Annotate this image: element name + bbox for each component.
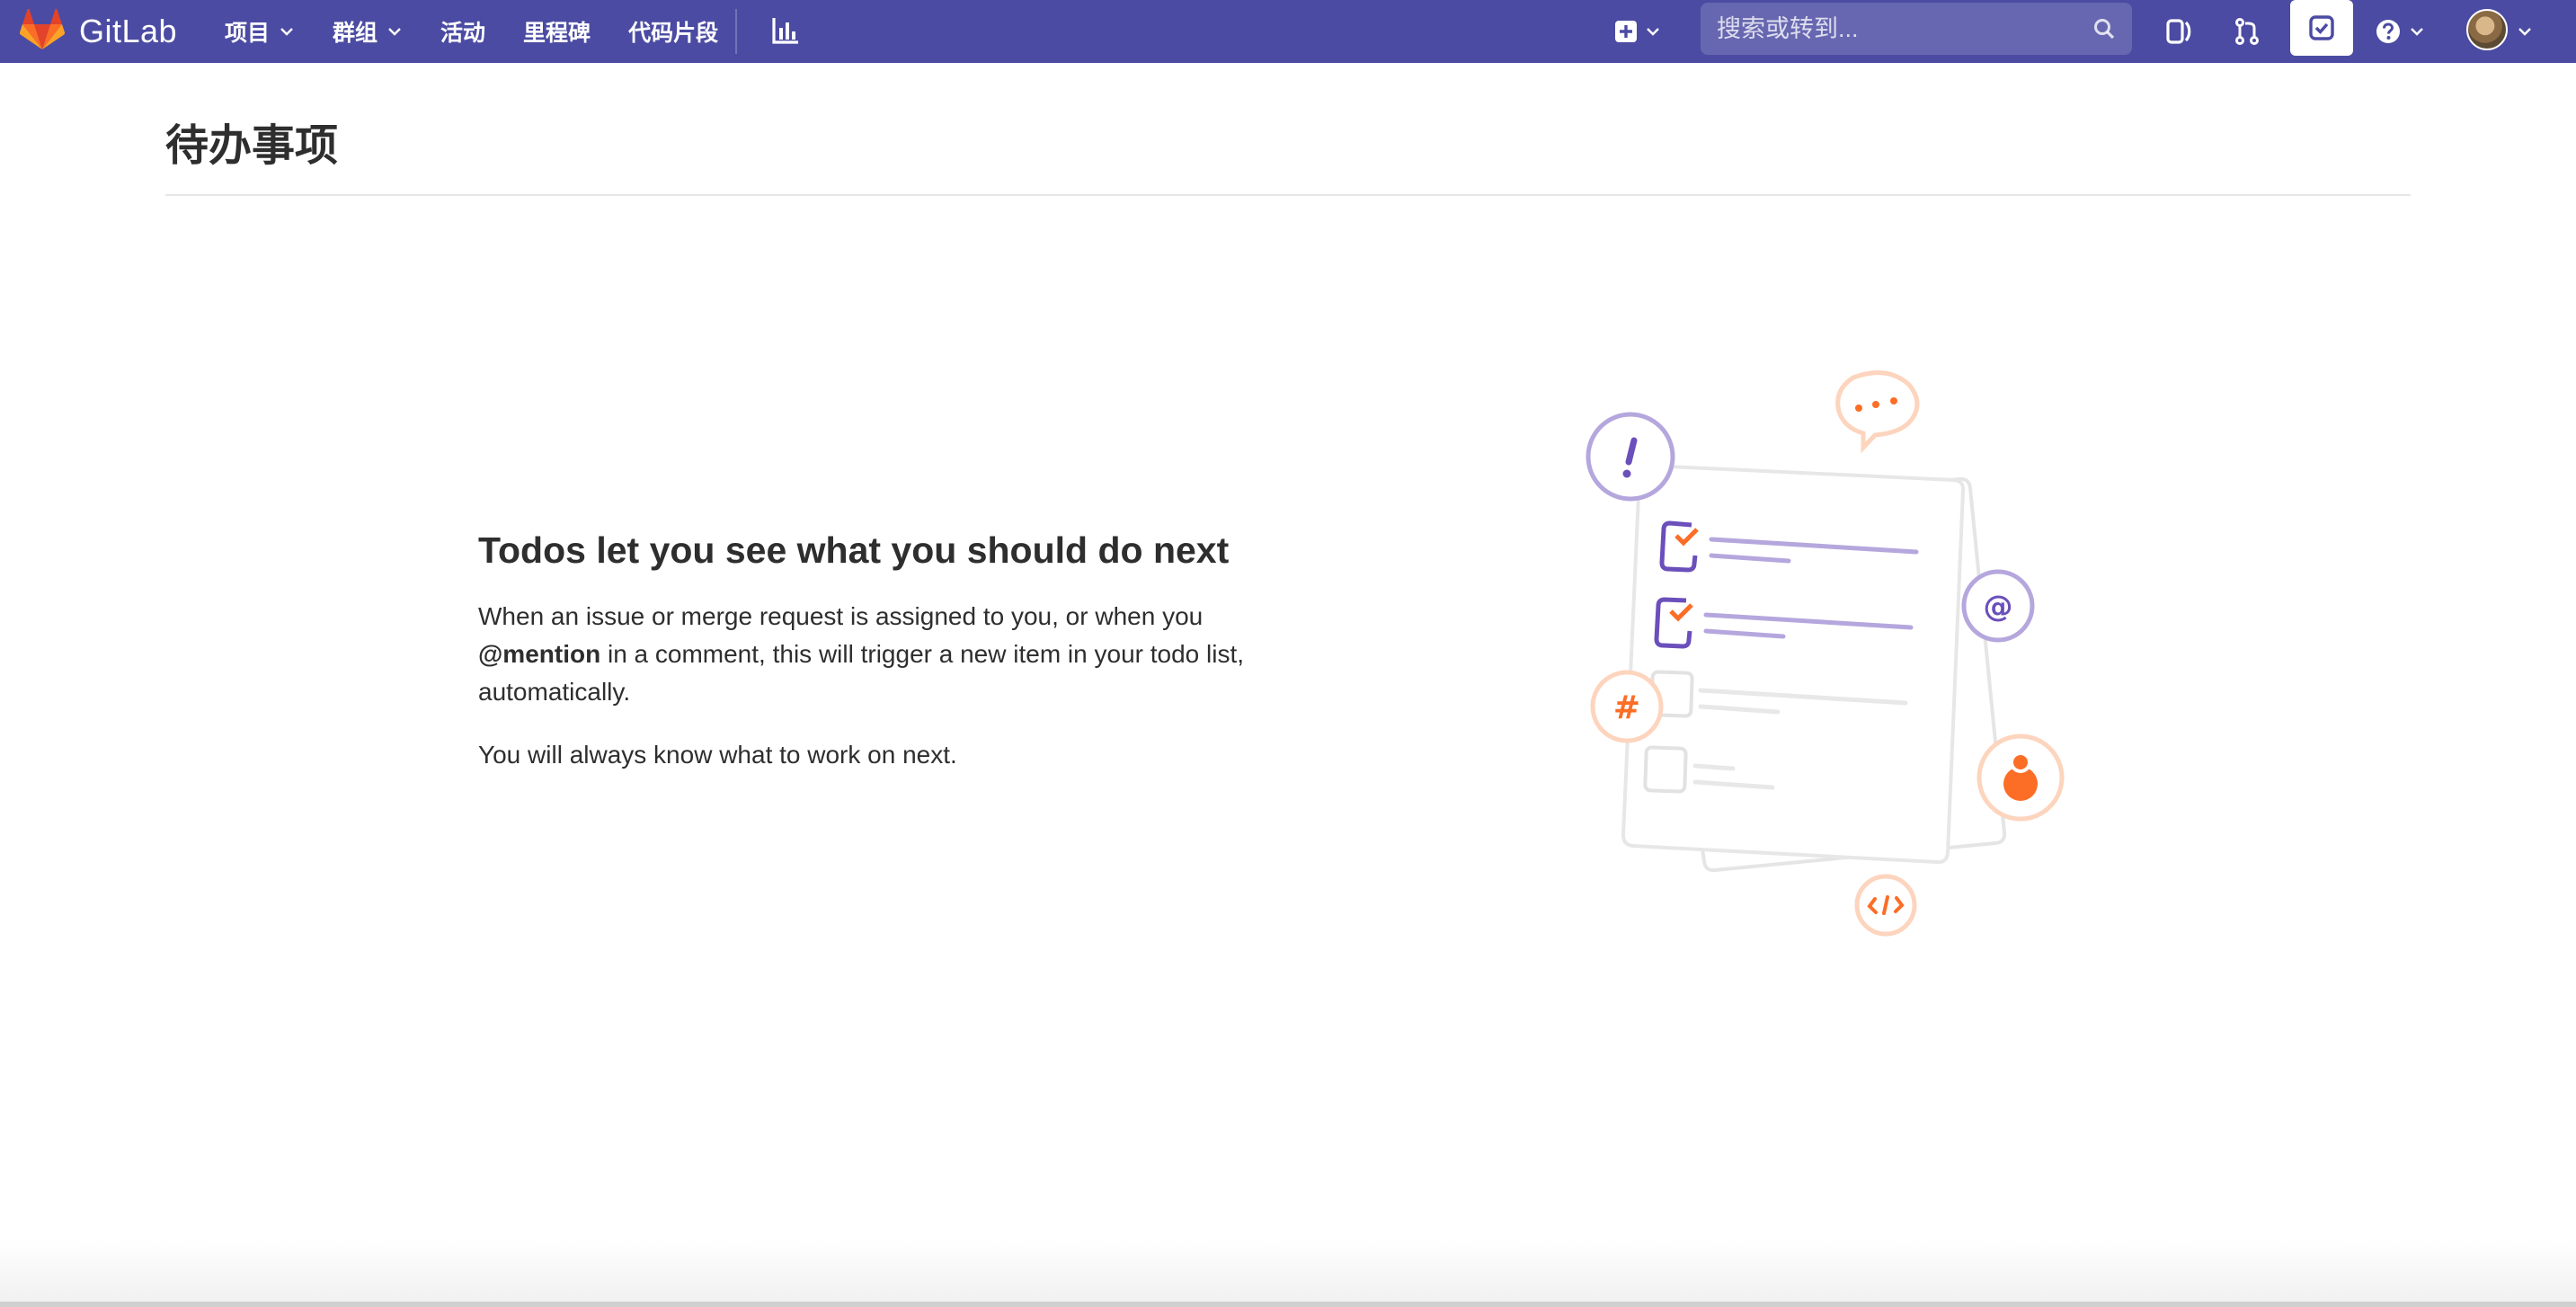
search-input[interactable] [1717, 14, 2092, 43]
comment-icon [1835, 370, 1920, 454]
search-box [1701, 3, 2132, 55]
nav-activity-label: 活动 [440, 21, 486, 46]
user-icon [1976, 734, 2065, 822]
divider [165, 194, 2411, 196]
chevron-down-icon[interactable] [2517, 23, 2533, 40]
page-title: 待办事项 [165, 122, 339, 170]
nav-divider [735, 9, 737, 54]
code-icon [1854, 874, 1917, 937]
nav-projects-label: 项目 [225, 21, 271, 46]
new-dropdown-button[interactable] [1614, 11, 1672, 52]
svg-text:@: @ [1984, 589, 2013, 624]
chevron-down-icon [280, 28, 293, 36]
nav-milestones-label: 里程碑 [523, 21, 591, 46]
plus-square-icon [1615, 21, 1637, 42]
brand[interactable]: GitLab [19, 0, 178, 63]
nav-groups[interactable]: 群组 [333, 15, 403, 48]
top-navbar: GitLab 项目 群组 活动 里程碑 代码片段 [0, 0, 2576, 63]
gitlab-logo-icon [19, 7, 66, 55]
issues-button[interactable] [2152, 9, 2206, 54]
avatar[interactable] [2466, 9, 2508, 50]
todos-button[interactable] [2290, 0, 2353, 56]
empty-state-text: Todos let you see what you should do nex… [478, 529, 1305, 774]
nav-groups-label: 群组 [333, 21, 378, 46]
issues-icon [2166, 19, 2191, 44]
empty-state-description: When an issue or merge request is assign… [478, 598, 1305, 711]
todo-icon [2309, 15, 2334, 40]
nav-projects[interactable]: 项目 [225, 15, 295, 48]
chevron-down-icon [2411, 28, 2423, 36]
mention-text: @mention [478, 640, 601, 669]
help-icon [2376, 20, 2400, 43]
help-dropdown-button[interactable] [2364, 9, 2436, 54]
search-icon[interactable] [2092, 17, 2116, 40]
hashtag-icon: # [1590, 670, 1664, 743]
at-mention-icon: @ [1961, 569, 2035, 643]
empty-state-note: You will always know what to work on nex… [478, 741, 957, 769]
bottom-edge [0, 1302, 2576, 1307]
nav-snippets[interactable]: 代码片段 [628, 15, 718, 48]
chevron-down-icon [1647, 28, 1659, 36]
merge-requests-button[interactable] [2220, 9, 2274, 54]
merge-request-icon [2235, 18, 2259, 45]
empty-state-heading: Todos let you see what you should do nex… [478, 529, 1230, 571]
description-text: When an issue or merge request is assign… [478, 602, 1204, 631]
nav-milestones[interactable]: 里程碑 [523, 15, 591, 48]
todos-empty-illustration: @ # [1586, 370, 2065, 937]
bottom-shade [0, 1240, 2576, 1307]
chevron-down-icon [388, 28, 401, 36]
nav-snippets-label: 代码片段 [628, 21, 719, 46]
chart-icon[interactable] [769, 14, 802, 47]
nav-links: 项目 群组 活动 里程碑 代码片段 [225, 0, 756, 63]
brand-name: GitLab [79, 13, 178, 49]
exclamation-icon [1586, 412, 1675, 502]
nav-activity[interactable]: 活动 [440, 15, 485, 48]
svg-text:#: # [1613, 689, 1640, 726]
